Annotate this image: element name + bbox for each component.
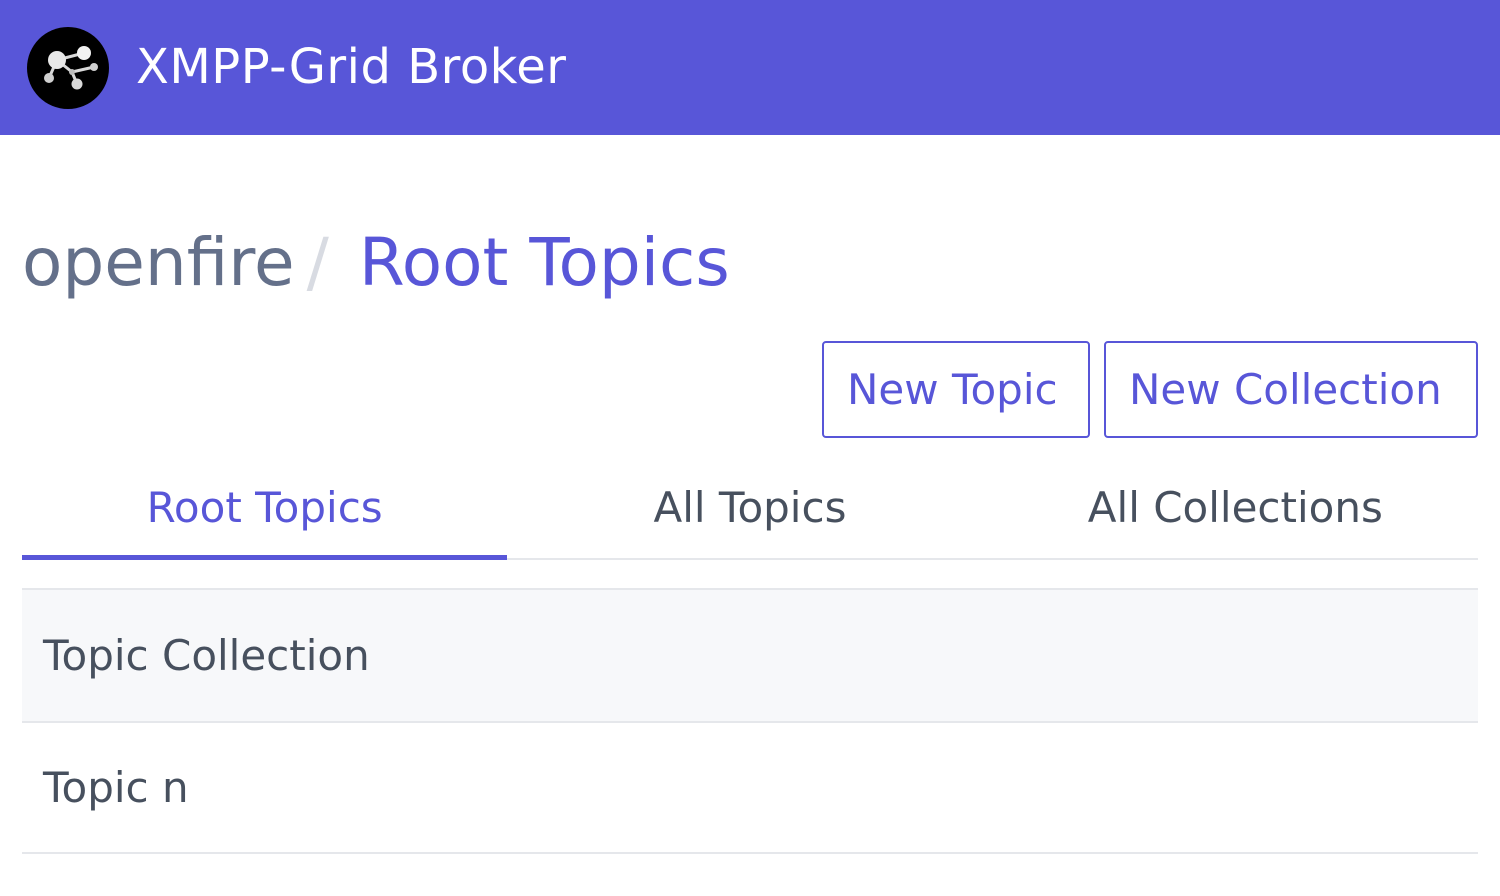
new-collection-button[interactable]: New Collection bbox=[1104, 341, 1478, 438]
list-item[interactable]: Topic Collection bbox=[22, 588, 1478, 721]
list-item-label: Topic Collection bbox=[43, 631, 370, 680]
page-title: Root Topics bbox=[358, 224, 730, 301]
tab-all-topics[interactable]: All Topics bbox=[507, 456, 992, 558]
breadcrumb-separator: / bbox=[306, 224, 329, 301]
molecule-network-icon[interactable] bbox=[27, 27, 109, 109]
tab-root-topics[interactable]: Root Topics bbox=[22, 456, 508, 560]
breadcrumb: openfire / Root Topics bbox=[22, 218, 730, 308]
top-app-bar: XMPP-Grid Broker bbox=[0, 0, 1500, 135]
tab-bar: Root Topics All Topics All Collections bbox=[22, 456, 1478, 560]
breadcrumb-root[interactable]: openfire bbox=[22, 218, 295, 308]
list-item-label: Topic n bbox=[43, 763, 189, 812]
tab-all-collections[interactable]: All Collections bbox=[993, 456, 1478, 558]
new-topic-button[interactable]: New Topic bbox=[822, 341, 1090, 438]
action-bar: New Topic New Collection bbox=[822, 341, 1478, 438]
list-item[interactable]: Topic n bbox=[22, 721, 1478, 854]
topic-list: Topic Collection Topic n bbox=[22, 588, 1478, 854]
app-title: XMPP-Grid Broker bbox=[136, 39, 567, 95]
